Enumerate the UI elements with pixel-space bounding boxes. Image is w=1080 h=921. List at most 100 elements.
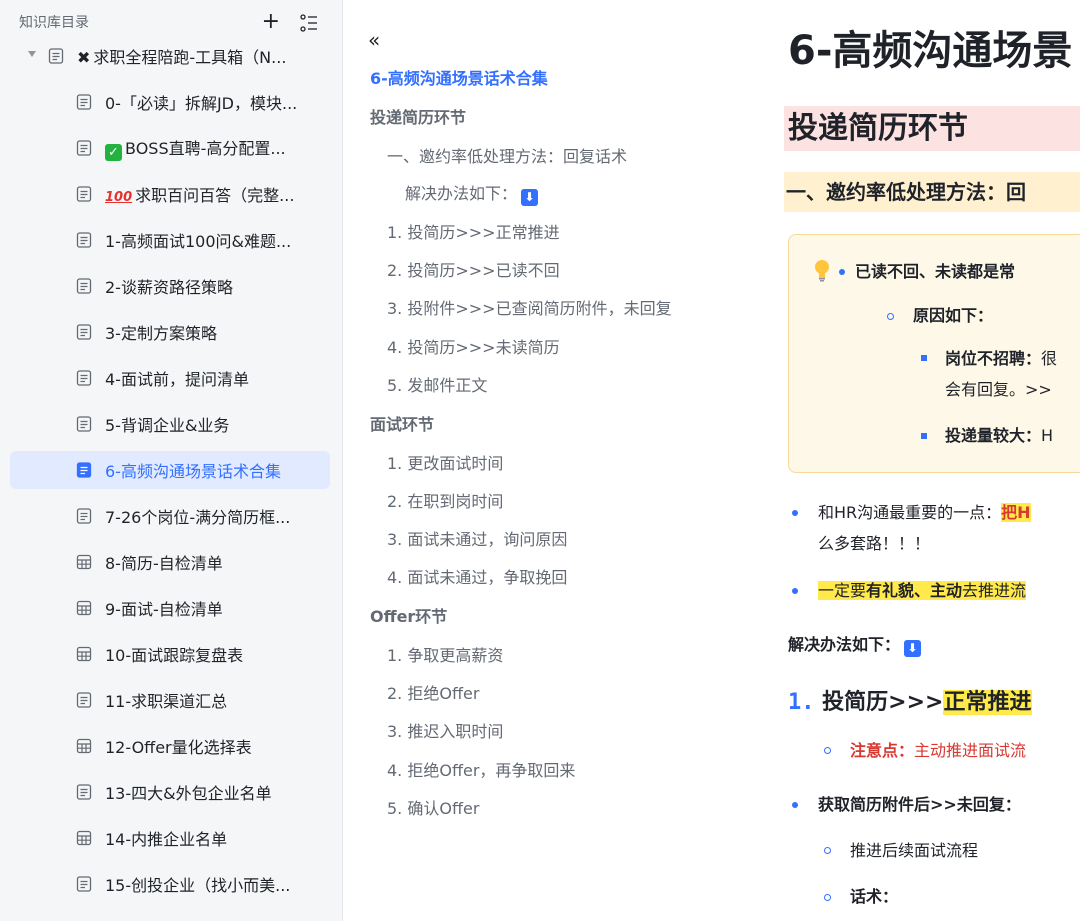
outline-item[interactable]: 4. 投简历>>>未读简历: [387, 337, 560, 359]
bullet-a-pre: 和HR沟通最重要的一点：: [818, 503, 1002, 522]
outline-item[interactable]: 5. 发邮件正文: [387, 375, 487, 397]
sidebar-item[interactable]: 5-背调企业&业务: [10, 405, 330, 443]
reason-label-text: 原因如下：: [913, 306, 994, 325]
caret-down-icon[interactable]: [28, 51, 36, 57]
doc-icon: [76, 278, 92, 294]
doc-icon: [76, 876, 92, 892]
sidebar-item-text: 15-创投企业（找小而美...: [105, 876, 291, 895]
outline-item[interactable]: 一、邀约率低处理方法：回复话术: [387, 146, 627, 168]
bullet-square: [921, 433, 927, 439]
outline-item[interactable]: 2. 拒绝Offer: [387, 683, 479, 705]
outline-item[interactable]: 1. 投简历>>>正常推进: [387, 222, 560, 244]
doc-icon: [76, 416, 92, 432]
page-title: 6-高频沟通场景: [788, 28, 1073, 74]
sidebar-item-text: 1-高频面试100问&难题...: [105, 232, 292, 251]
sidebar-item[interactable]: 11-求职渠道汇总: [10, 681, 330, 719]
sidebar-item[interactable]: 1-高频面试100问&难题...: [10, 221, 330, 259]
doc-icon: [76, 94, 92, 110]
sidebar-item-text: 3-定制方案策略: [105, 324, 217, 343]
sub-c2: 话术：: [850, 886, 898, 908]
sidebar-item[interactable]: 9-面试-自检清单: [10, 589, 330, 627]
sidebar-item[interactable]: 100 求职百问百答（完整...: [10, 175, 330, 213]
outline-item[interactable]: Offer环节: [370, 606, 447, 628]
bullet-b-highlight: 一定要有礼貌、主动: [818, 581, 963, 600]
outline-item[interactable]: 面试环节: [370, 414, 434, 436]
sidebar-item-text: 8-简历-自检清单: [105, 554, 223, 573]
sidebar-item[interactable]: 8-简历-自检清单: [10, 543, 330, 581]
sidebar-item[interactable]: ✓ BOSS直聘-高分配置...: [10, 129, 330, 167]
sidebar-item[interactable]: 15-创投企业（找小而美...: [10, 865, 330, 903]
sidebar-item[interactable]: 13-四大&外包企业名单: [10, 773, 330, 811]
outline-item[interactable]: 2. 在职到岗时间: [387, 491, 503, 513]
outline-item-text: 6-高频沟通场景话术合集: [370, 69, 548, 88]
section-heading: 投递简历环节: [784, 106, 1080, 151]
doc-icon: [76, 462, 92, 478]
outline-item[interactable]: 2. 投简历>>>已读不回: [387, 260, 560, 282]
sheet-icon: [76, 830, 92, 846]
sidebar-item-label: 2-谈薪资路径策略: [105, 274, 233, 298]
outline-item[interactable]: 3. 推迟入职时间: [387, 721, 503, 743]
outline-item[interactable]: 4. 面试未通过，争取挽回: [387, 567, 567, 589]
sidebar-item-label: 10-面试跟踪复盘表: [105, 642, 243, 666]
bullet-dot: [839, 269, 845, 275]
sidebar-item-label: 6-高频沟通场景话术合集: [105, 458, 281, 482]
sidebar-item-label: 1-高频面试100问&难题...: [105, 228, 291, 252]
outline-item[interactable]: 投递简历环节: [370, 107, 466, 129]
sub-c1: 推进后续面试流程: [850, 841, 979, 860]
item2-bold: 投递量较大：: [945, 426, 1042, 445]
sidebar-item[interactable]: 12-Offer量化选择表: [10, 727, 330, 765]
outline-item[interactable]: 4. 拒绝Offer，再争取回来: [387, 760, 575, 782]
sidebar-item[interactable]: 3-定制方案策略: [10, 313, 330, 351]
doc-icon: [76, 692, 92, 708]
bullet-a-red: 把H: [1001, 503, 1031, 522]
list-settings-icon[interactable]: [300, 14, 318, 32]
outline-item-text: 一、邀约率低处理方法：回复话术: [387, 147, 628, 166]
outline-item[interactable]: 3. 面试未通过，询问原因: [387, 529, 567, 551]
lightbulb-icon: [815, 260, 829, 282]
outline-item-text: 面试环节: [370, 415, 435, 434]
outline-item[interactable]: 3. 投附件>>>已查阅简历附件，未回复: [387, 298, 672, 320]
sidebar-item[interactable]: 6-高频沟通场景话术合集: [10, 451, 330, 489]
plus-icon[interactable]: +: [262, 11, 280, 33]
bullet-square: [921, 355, 927, 361]
sidebar-item-text: 9-面试-自检清单: [105, 600, 223, 619]
sidebar-item[interactable]: 4-面试前，提问清单: [10, 359, 330, 397]
sheet-icon: [76, 646, 92, 662]
sheet-icon: [76, 554, 92, 570]
outline-item-text: 5. 发邮件正文: [387, 376, 488, 395]
sidebar-item-label: 3-定制方案策略: [105, 320, 217, 344]
doc-icon: [76, 784, 92, 800]
sidebar-item-text: 6-高频沟通场景话术合集: [105, 462, 281, 481]
solution-label: 解决办法如下： ⬇: [788, 634, 922, 657]
bullet-ring: [824, 894, 831, 901]
double-chevron-left-icon[interactable]: «: [368, 28, 380, 52]
bullet-a-line2: 么多套路！！！: [818, 534, 931, 553]
outline-item[interactable]: 5. 确认Offer: [387, 798, 479, 820]
sidebar-item[interactable]: 7-26个岗位-满分简历框...: [10, 497, 330, 535]
sidebar-item[interactable]: 2-谈薪资路径策略: [10, 267, 330, 305]
note-line: 注意点：主动推进面试流: [850, 740, 1026, 762]
sidebar-item[interactable]: 10-面试跟踪复盘表: [10, 635, 330, 673]
download-badge-icon: ⬇: [521, 189, 539, 206]
outline-item[interactable]: 解决办法如下： ⬇: [405, 183, 539, 206]
outline-item[interactable]: 1. 更改面试时间: [387, 453, 503, 475]
sidebar-item[interactable]: ✖ 求职全程陪跑-工具箱（N...: [10, 37, 330, 75]
outline-item[interactable]: 6-高频沟通场景话术合集: [370, 68, 548, 90]
sidebar-item-label: 11-求职渠道汇总: [105, 688, 227, 712]
tools-emoji-icon: ✖: [77, 48, 91, 67]
bullet-dot: [792, 510, 798, 516]
doc-icon: [76, 232, 92, 248]
sidebar-item-text: 4-面试前，提问清单: [105, 370, 249, 389]
sidebar-item-label: ✖ 求职全程陪跑-工具箱（N...: [77, 44, 286, 68]
outline-item-text: 解决办法如下：: [405, 184, 518, 203]
outline-item-text: 4. 面试未通过，争取挽回: [387, 568, 568, 587]
sidebar-item-text: 7-26个岗位-满分简历框...: [105, 508, 291, 527]
doc-icon: [76, 370, 92, 386]
sidebar-item-label: 14-内推企业名单: [105, 826, 227, 850]
outline-item[interactable]: 1. 争取更高薪资: [387, 645, 503, 667]
outline-item-text: 2. 投简历>>>已读不回: [387, 261, 560, 280]
sidebar-item-label: 100 求职百问百答（完整...: [105, 182, 294, 206]
outline-item-text: 4. 拒绝Offer，再争取回来: [387, 761, 576, 780]
sidebar-item[interactable]: 14-内推企业名单: [10, 819, 330, 857]
sidebar-item[interactable]: 0-「必读」拆解JD，模块...: [10, 83, 330, 121]
